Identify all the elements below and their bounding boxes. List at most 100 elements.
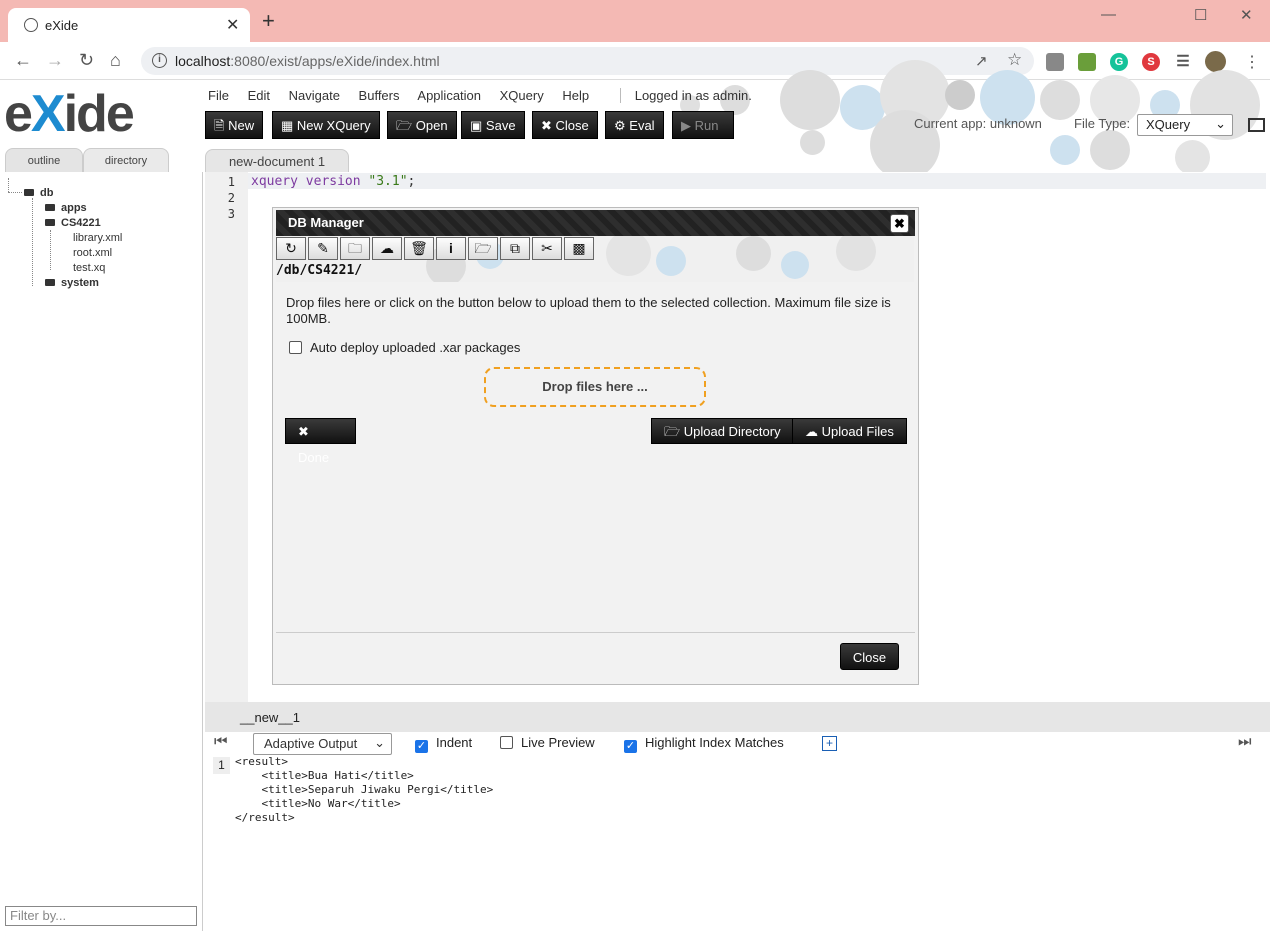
- auto-deploy-label: Auto deploy uploaded .xar packages: [310, 340, 521, 355]
- upload-directory-button[interactable]: 🗁 Upload Directory: [651, 418, 794, 444]
- menu-navigate[interactable]: Navigate: [289, 88, 340, 103]
- live-preview-checkbox[interactable]: Live Preview: [500, 735, 595, 750]
- xquery-doc-icon: ▦: [281, 118, 294, 133]
- new-folder-icon[interactable]: 🗀: [340, 237, 370, 260]
- fast-forward-icon[interactable]: ⏭: [1238, 733, 1252, 750]
- extension-s-icon[interactable]: S: [1142, 53, 1160, 71]
- upload-cloud-icon[interactable]: ☁: [372, 237, 402, 260]
- dialog-close-icon[interactable]: ✖: [890, 214, 909, 233]
- home-icon[interactable]: ⌂: [110, 50, 121, 71]
- checkbox-box: [500, 736, 513, 749]
- highlight-index-checkbox[interactable]: ✓ Highlight Index Matches: [624, 735, 784, 753]
- save-button[interactable]: ▣ Save: [461, 111, 525, 139]
- exide-logo: eXide: [4, 85, 135, 143]
- tree-item-apps[interactable]: apps: [45, 202, 87, 214]
- new-xquery-button[interactable]: ▦ New XQuery: [272, 111, 380, 139]
- camera-icon[interactable]: [1046, 53, 1064, 71]
- tree-item-test[interactable]: test.xq: [73, 262, 105, 274]
- upload-directory-label: Upload Directory: [683, 424, 781, 439]
- done-label: Done: [298, 450, 330, 465]
- tree-item-cs4221[interactable]: CS4221: [45, 217, 101, 229]
- url-path: :8080/exist/apps/eXide/index.html: [230, 53, 440, 69]
- code-string: "3.1": [368, 174, 408, 189]
- output-mode-select[interactable]: Adaptive Output ⌄: [253, 733, 392, 755]
- indent-checkbox[interactable]: ✓ Indent: [415, 735, 472, 753]
- open-button[interactable]: 🗁 Open: [387, 111, 457, 139]
- output-line: </result>: [235, 811, 295, 824]
- forward-icon[interactable]: →: [46, 50, 64, 71]
- maximize-button[interactable]: ☐: [1194, 6, 1207, 24]
- output-line: <title>No War</title>: [235, 797, 401, 810]
- folder-icon: [45, 279, 55, 286]
- tab-close-icon[interactable]: ✕: [226, 15, 239, 35]
- menu-buffers[interactable]: Buffers: [359, 88, 400, 103]
- filter-input[interactable]: Filter by...: [5, 906, 197, 926]
- tab-directory[interactable]: directory: [83, 148, 169, 172]
- output-header: [205, 702, 1270, 732]
- browser-menu-icon[interactable]: ⋮: [1244, 52, 1260, 72]
- indent-label: Indent: [436, 735, 473, 750]
- drop-zone[interactable]: Drop files here ...: [484, 367, 706, 407]
- printer-icon[interactable]: [1078, 53, 1096, 71]
- refresh-icon[interactable]: ↻: [276, 237, 306, 260]
- expand-icon[interactable]: +: [822, 736, 837, 751]
- tree-item-db[interactable]: db: [24, 187, 53, 199]
- fullscreen-icon[interactable]: [1248, 118, 1265, 132]
- eval-button[interactable]: ⚙ Eval: [605, 111, 664, 139]
- tree-item-root[interactable]: root.xml: [73, 247, 112, 259]
- close-button[interactable]: ✖ Close: [532, 111, 598, 139]
- info-icon[interactable]: i: [436, 237, 466, 260]
- minimize-button[interactable]: —: [1101, 6, 1116, 23]
- window-close-button[interactable]: ✕: [1240, 6, 1253, 24]
- reload-icon[interactable]: ↻: [79, 50, 94, 71]
- menu-file[interactable]: File: [208, 88, 229, 103]
- tree-item-library[interactable]: library.xml: [73, 232, 122, 244]
- back-icon[interactable]: ←: [14, 50, 32, 71]
- edit-icon[interactable]: ✎: [308, 237, 338, 260]
- new-button[interactable]: 🗎 New: [205, 111, 264, 139]
- run-label: Run: [694, 118, 719, 133]
- trash-icon[interactable]: 🗑: [404, 237, 434, 260]
- bookmark-star-icon[interactable]: ☆: [1007, 50, 1022, 70]
- profile-avatar[interactable]: [1205, 51, 1226, 72]
- auto-deploy-checkbox[interactable]: Auto deploy uploaded .xar packages: [289, 340, 520, 355]
- menu-xquery[interactable]: XQuery: [500, 88, 544, 103]
- document-tab[interactable]: new-document 1: [205, 149, 349, 173]
- folder-open-icon[interactable]: 🗁: [468, 237, 498, 260]
- tree-item-system[interactable]: system: [45, 277, 99, 289]
- browser-tab[interactable]: eXide ✕: [8, 8, 250, 42]
- paste-icon[interactable]: ▩: [564, 237, 594, 260]
- tab-outline[interactable]: outline: [5, 148, 83, 172]
- menu-help[interactable]: Help: [562, 88, 589, 103]
- editor-gutter: [205, 172, 248, 702]
- grammarly-icon[interactable]: G: [1110, 53, 1128, 71]
- menu-edit[interactable]: Edit: [248, 88, 270, 103]
- url-host: localhost: [175, 53, 231, 69]
- run-button[interactable]: ▶ Run: [672, 111, 734, 139]
- done-button[interactable]: ✖ Done: [285, 418, 356, 465]
- tree-label-cs4221: CS4221: [61, 217, 101, 229]
- output-line: <title>Separuh Jiwaku Pergi</title>: [235, 783, 494, 796]
- upload-files-button[interactable]: ☁ Upload Files: [792, 418, 907, 444]
- checkbox-box: [289, 341, 302, 354]
- dialog-divider: [276, 632, 915, 633]
- save-icon: ▣: [470, 118, 483, 133]
- folder-icon: [45, 204, 55, 211]
- check-icon: ✓: [624, 740, 637, 753]
- collection-path: /db/CS4221/: [276, 263, 363, 278]
- output-line: <result>: [235, 755, 288, 768]
- copy-icon[interactable]: ⧉: [500, 237, 530, 260]
- site-info-icon[interactable]: i: [152, 53, 167, 68]
- new-label: New: [228, 118, 255, 133]
- menu-application[interactable]: Application: [417, 88, 481, 103]
- folder-icon: [24, 189, 34, 196]
- puzzle-icon[interactable]: ☰: [1174, 53, 1192, 71]
- share-icon[interactable]: ↗: [975, 52, 988, 70]
- file-type-select[interactable]: XQuery ⌄: [1137, 114, 1233, 136]
- output-mode-value: Adaptive Output: [264, 736, 358, 751]
- rewind-icon[interactable]: ⏮: [214, 733, 228, 750]
- scissors-icon[interactable]: ✂: [532, 237, 562, 260]
- upload-cloud-icon: ☁: [805, 424, 818, 439]
- dialog-close-button[interactable]: Close: [840, 643, 899, 670]
- new-tab-button[interactable]: +: [262, 10, 275, 32]
